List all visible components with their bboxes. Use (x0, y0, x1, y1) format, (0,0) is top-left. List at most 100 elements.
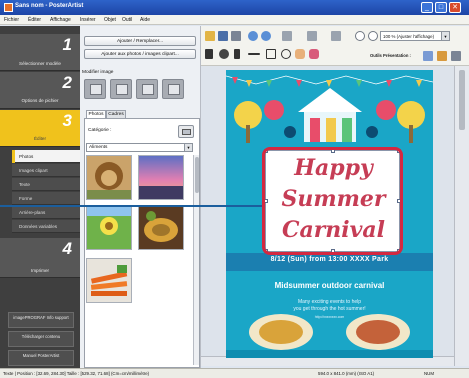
thumbnail-scrollbar[interactable] (193, 155, 199, 365)
settings-icon[interactable] (451, 51, 461, 61)
sidebar-item-clipart[interactable]: Images clipart (12, 164, 80, 177)
menu-affichage[interactable]: Affichage (50, 17, 71, 23)
sidebar-item-label: Photos (19, 154, 34, 159)
photo-thumbnail-carrots[interactable] (86, 258, 132, 303)
step-number: 2 (62, 73, 72, 92)
menu-aide[interactable]: Aide (140, 17, 150, 23)
sidebar-item-shape[interactable]: Forme (12, 192, 80, 205)
chevron-down-icon: ▼ (441, 32, 449, 40)
category-label: Catégorie : (88, 128, 112, 133)
add-replace-button[interactable]: Ajouter / Remplacer... (84, 36, 196, 46)
view-toggle-button[interactable] (178, 125, 194, 138)
adjust-button[interactable] (136, 79, 158, 99)
zoom-out-icon[interactable] (368, 31, 378, 41)
undo-icon[interactable] (248, 31, 258, 41)
poster-body-line-1[interactable]: Many exciting events to help (226, 299, 433, 305)
sidebar-item-label: Arrière-plans (19, 210, 46, 215)
step-print[interactable]: 4 Imprimer (0, 238, 80, 278)
step-number: 1 (62, 35, 72, 54)
crop-icon (90, 84, 102, 95)
step-label: Éditer (33, 136, 46, 141)
menu-fichier[interactable]: Fichier (4, 17, 19, 23)
sidebar-item-label: Texte (19, 182, 30, 187)
download-content-link[interactable]: Télécharger contenu (8, 331, 74, 347)
carrots-photo (87, 259, 131, 302)
rotate-icon[interactable] (219, 49, 229, 59)
sidebar-item-label: Forme (19, 196, 33, 201)
photo-thumbnail-flower[interactable] (86, 205, 132, 250)
step-file-options[interactable]: 2 Options de pichier (0, 72, 80, 109)
add-to-photos-button[interactable]: Ajouter aux photos / images clipart... (84, 49, 196, 59)
tools-presentation-label: Outils Présentation : (370, 53, 411, 58)
vertical-scrollbar[interactable] (454, 66, 469, 366)
photo-thumbnail-sunset[interactable] (138, 155, 184, 200)
food-photo (139, 206, 183, 249)
sidebar-item-text[interactable]: Texte (12, 178, 80, 191)
rect-icon[interactable] (266, 49, 276, 59)
zoom-select[interactable]: 100 % (Ajuster l'affichage) ▼ (380, 31, 450, 41)
trim-button[interactable] (110, 79, 132, 99)
align-icon[interactable] (307, 31, 317, 41)
grid-view-icon (182, 129, 191, 135)
step-label: Sélectionner modèle (19, 61, 61, 66)
category-select[interactable]: Aliments ▼ (86, 143, 193, 152)
pointer-icon[interactable] (205, 49, 213, 59)
step-select-template[interactable]: 1 Sélectionner modèle (0, 34, 80, 71)
poster-body-line-2[interactable]: you get through the hot summer! (226, 306, 433, 312)
image-icon[interactable] (437, 51, 447, 61)
step-edit[interactable]: 3 Éditer (0, 110, 80, 147)
effect-icon (168, 84, 180, 95)
sidebar-item-backgrounds[interactable]: Arrière-plans (12, 206, 80, 219)
menu-objet[interactable]: Objet (104, 17, 116, 23)
menu-outil[interactable]: Outil (122, 17, 132, 23)
folder-icon[interactable] (205, 31, 215, 41)
step-number: 3 (62, 111, 72, 130)
poster-url[interactable]: http://xxxxxxxx.com (226, 315, 433, 319)
ellipse-icon[interactable] (281, 49, 291, 59)
print-icon[interactable] (231, 31, 241, 41)
status-page-size: 594.0 x 841.0 (mm) (ISO A1) (318, 371, 375, 376)
zoom-value: 100 % (Ajuster l'affichage) (383, 34, 435, 39)
menu-editer[interactable]: Éditer (28, 17, 41, 23)
sidebar-item-variable-data[interactable]: Données variables (12, 220, 80, 233)
status-bar: Texte | Position : [32.69, 284.30] Taill… (0, 368, 469, 378)
support-info-link[interactable]: imagePROGRAF Info support (8, 312, 74, 328)
status-num: NUM (424, 371, 434, 376)
callout-highlight (262, 147, 403, 255)
layer-icon[interactable] (423, 51, 433, 61)
color-icon[interactable] (309, 49, 319, 59)
title-bar: Sans nom - PosterArtist _ □ ✕ (0, 0, 469, 15)
hand-icon[interactable] (295, 49, 305, 59)
effect-button[interactable] (162, 79, 184, 99)
sidebar-item-photos[interactable]: Photos (12, 150, 80, 163)
modify-image-label: Modifier image (82, 70, 114, 75)
zoom-in-icon[interactable] (355, 31, 365, 41)
adjust-icon (142, 84, 154, 95)
photo-thumbnail-food[interactable] (138, 205, 184, 250)
app-icon (4, 3, 13, 12)
maximize-button[interactable]: □ (435, 2, 447, 13)
sunset-photo (139, 156, 183, 199)
chevron-down-icon: ▼ (184, 144, 192, 151)
save-icon[interactable] (218, 31, 228, 41)
layout-icon[interactable] (282, 31, 292, 41)
step-label: Options de pichier (21, 98, 59, 103)
window-title: Sans nom - PosterArtist (15, 3, 84, 9)
photo-thumbnail-lion[interactable] (86, 155, 132, 200)
minimize-button[interactable]: _ (421, 2, 433, 13)
poster-date-line[interactable]: 8/12 (Sun) from 13:00 XXXX Park (226, 256, 433, 263)
close-button[interactable]: ✕ (449, 2, 461, 13)
crop-button[interactable] (84, 79, 106, 99)
arrange-icon[interactable] (331, 31, 341, 41)
text-icon[interactable] (234, 49, 240, 59)
line-icon[interactable] (248, 53, 260, 55)
menu-inserer[interactable]: Insérer (80, 17, 96, 23)
category-value: Aliments (89, 145, 108, 150)
app-window: Sans nom - PosterArtist _ □ ✕ Fichier Éd… (0, 0, 469, 378)
manual-link[interactable]: Manuel PosterArtist (8, 350, 74, 366)
scroll-thumb[interactable] (195, 157, 199, 193)
poster-subtitle[interactable]: Midsummer outdoor carnival (226, 281, 433, 290)
callout-line (0, 205, 262, 207)
redo-icon[interactable] (261, 31, 271, 41)
scroll-thumb[interactable] (459, 70, 465, 130)
